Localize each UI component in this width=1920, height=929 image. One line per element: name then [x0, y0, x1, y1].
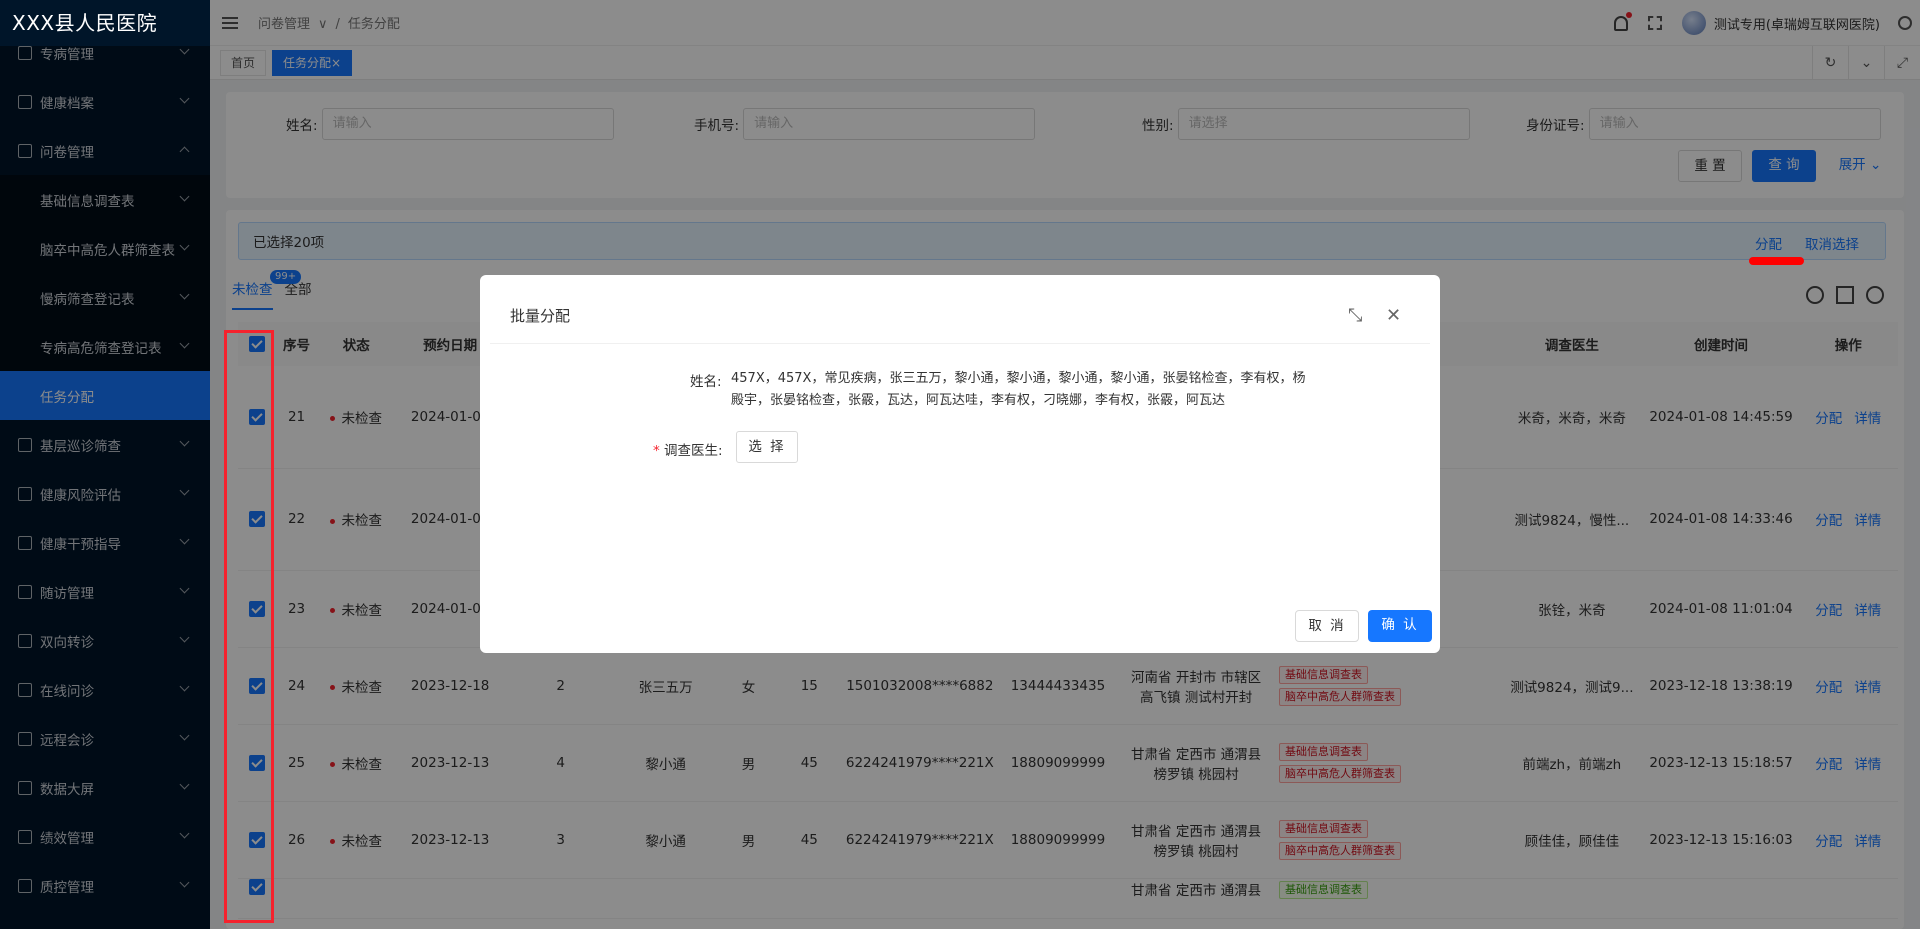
close-icon[interactable]: ✕: [1386, 305, 1401, 326]
doctor-label: * 调查医生:: [653, 443, 723, 459]
dialog-title: 批量分配: [510, 307, 571, 325]
annotation-underline: [1749, 257, 1804, 265]
cancel-button[interactable]: 取 消: [1295, 610, 1359, 642]
confirm-button[interactable]: 确 认: [1368, 610, 1432, 642]
maximize-icon[interactable]: ⤡: [1348, 305, 1362, 326]
annotation-box: [224, 330, 274, 923]
dialog-divider: [490, 343, 1430, 344]
names-list: 457X，457X，常见疾病，张三五万，黎小通，黎小通，黎小通，黎小通，张晏铭检…: [731, 371, 1306, 408]
batch-assign-dialog: 批量分配 ⤡ ✕ 姓名: 457X，457X，常见疾病，张三五万，黎小通，黎小通…: [480, 275, 1440, 653]
names-label: 姓名:: [690, 374, 722, 390]
app-title: XXX县人民医院: [0, 0, 210, 46]
select-doctor-button[interactable]: 选 择: [736, 431, 798, 463]
